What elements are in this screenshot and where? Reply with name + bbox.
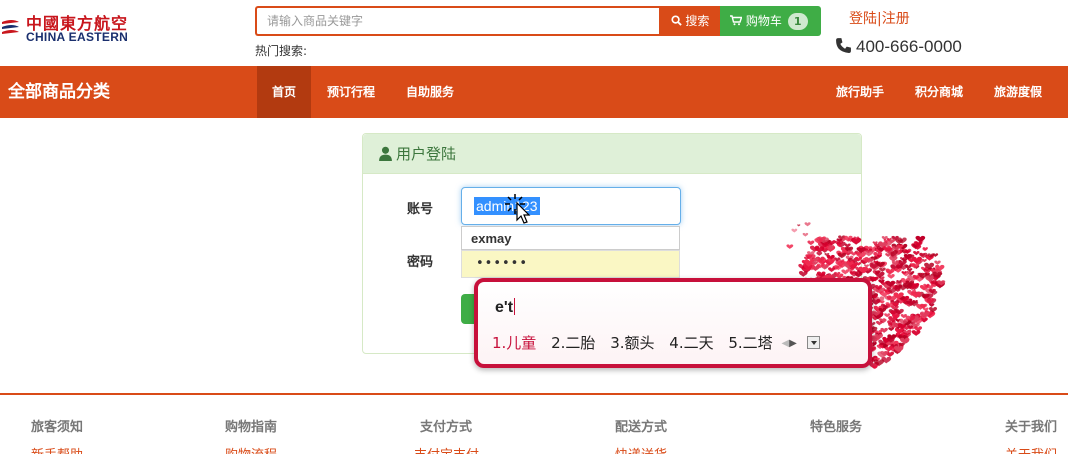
footer-link-alipay[interactable]: 支付宝支付 xyxy=(414,444,479,454)
footer-col-shopping-guide: 购物指南 xyxy=(225,420,278,435)
footer-col-about: 关于我们 xyxy=(1005,420,1058,435)
login-register-link[interactable]: 登陆|注册 xyxy=(849,8,910,28)
airline-wing-icon xyxy=(2,20,19,34)
logo-english-name: CHINA EASTERN xyxy=(26,30,129,44)
nav-item-points-mall[interactable]: 积分商城 xyxy=(906,66,972,118)
search-button-label: 搜索 xyxy=(685,14,710,28)
login-title: 用户登陆 xyxy=(396,145,457,163)
footer-col-passenger-notice: 旅客须知 xyxy=(31,420,84,435)
footer-col-delivery: 配送方式 xyxy=(615,420,668,435)
nav-item-home[interactable]: 首页 xyxy=(257,66,311,118)
ime-candidate-window: e't 1.儿童 2.二胎 3.额头 4.二天 5.二塔 ◀▶ xyxy=(474,278,872,368)
autocomplete-suggestion[interactable]: exmay xyxy=(461,226,680,250)
nav-item-self-service[interactable]: 自助服务 xyxy=(397,66,463,118)
password-label: 密码 xyxy=(407,255,434,270)
cart-button[interactable]: 购物车 1 xyxy=(720,6,821,36)
nav-item-booking[interactable]: 预订行程 xyxy=(318,66,384,118)
ime-composition: e't xyxy=(495,298,516,317)
search-input[interactable]: 请输入商品关键字 xyxy=(255,6,659,36)
footer-link-express[interactable]: 快递送货 xyxy=(615,444,667,454)
nav-item-vacations[interactable]: 旅游度假 xyxy=(985,66,1051,118)
ime-candidates: 1.儿童 2.二胎 3.额头 4.二天 5.二塔 ◀▶ xyxy=(492,332,820,353)
footer-divider xyxy=(0,393,1068,395)
phone-icon xyxy=(836,38,851,53)
cart-icon xyxy=(730,15,743,26)
cart-count-badge: 1 xyxy=(787,13,808,30)
ime-page-arrows: ◀▶ xyxy=(781,338,796,349)
ime-candidate-4[interactable]: 4.二天 xyxy=(669,334,713,352)
search-icon xyxy=(671,15,682,26)
china-eastern-logo[interactable]: 中國東方航空 CHINA EASTERN xyxy=(0,8,140,48)
nav-item-travel-assistant[interactable]: 旅行助手 xyxy=(827,66,893,118)
ime-candidate-1[interactable]: 1.儿童 xyxy=(492,334,536,352)
ime-caret xyxy=(514,298,516,315)
cart-button-label: 购物车 xyxy=(745,14,782,28)
password-input[interactable]: •••••• xyxy=(461,250,680,278)
account-label: 账号 xyxy=(407,202,434,217)
ime-expand-icon[interactable] xyxy=(806,336,820,349)
hot-search-label: 热门搜索: xyxy=(255,44,308,58)
footer-col-payment: 支付方式 xyxy=(420,420,473,435)
account-input[interactable]: admin123 xyxy=(461,187,681,225)
ime-composition-text: e't xyxy=(495,299,514,316)
all-categories-menu[interactable]: 全部商品分类 xyxy=(8,66,110,118)
main-navbar: 全部商品分类 首页 预订行程 自助服务 旅行助手 积分商城 旅游度假 xyxy=(0,66,1068,118)
ime-next-page-icon[interactable]: ▶ xyxy=(789,338,797,349)
ime-candidate-2[interactable]: 2.二胎 xyxy=(551,334,595,352)
ime-candidate-3[interactable]: 3.额头 xyxy=(610,334,654,352)
phone-number-text: 400-666-0000 xyxy=(856,37,962,56)
user-icon xyxy=(379,146,392,161)
search-button[interactable]: 搜索 xyxy=(659,6,721,36)
footer-link-shopping-process[interactable]: 购物流程 xyxy=(225,444,277,454)
ime-candidate-5[interactable]: 5.二塔 xyxy=(728,334,772,352)
footer-link-newbie-help[interactable]: 新手帮助 xyxy=(31,444,83,454)
footer-link-about[interactable]: 关于我们 xyxy=(1005,444,1057,454)
footer-col-special: 特色服务 xyxy=(810,420,863,435)
phone-number: 400-666-0000 xyxy=(835,37,962,57)
mouse-cursor-icon xyxy=(505,194,531,224)
search-bar: 请输入商品关键字 搜索 购物车 1 xyxy=(255,6,821,36)
login-panel-header: 用户登陆 xyxy=(363,134,861,174)
